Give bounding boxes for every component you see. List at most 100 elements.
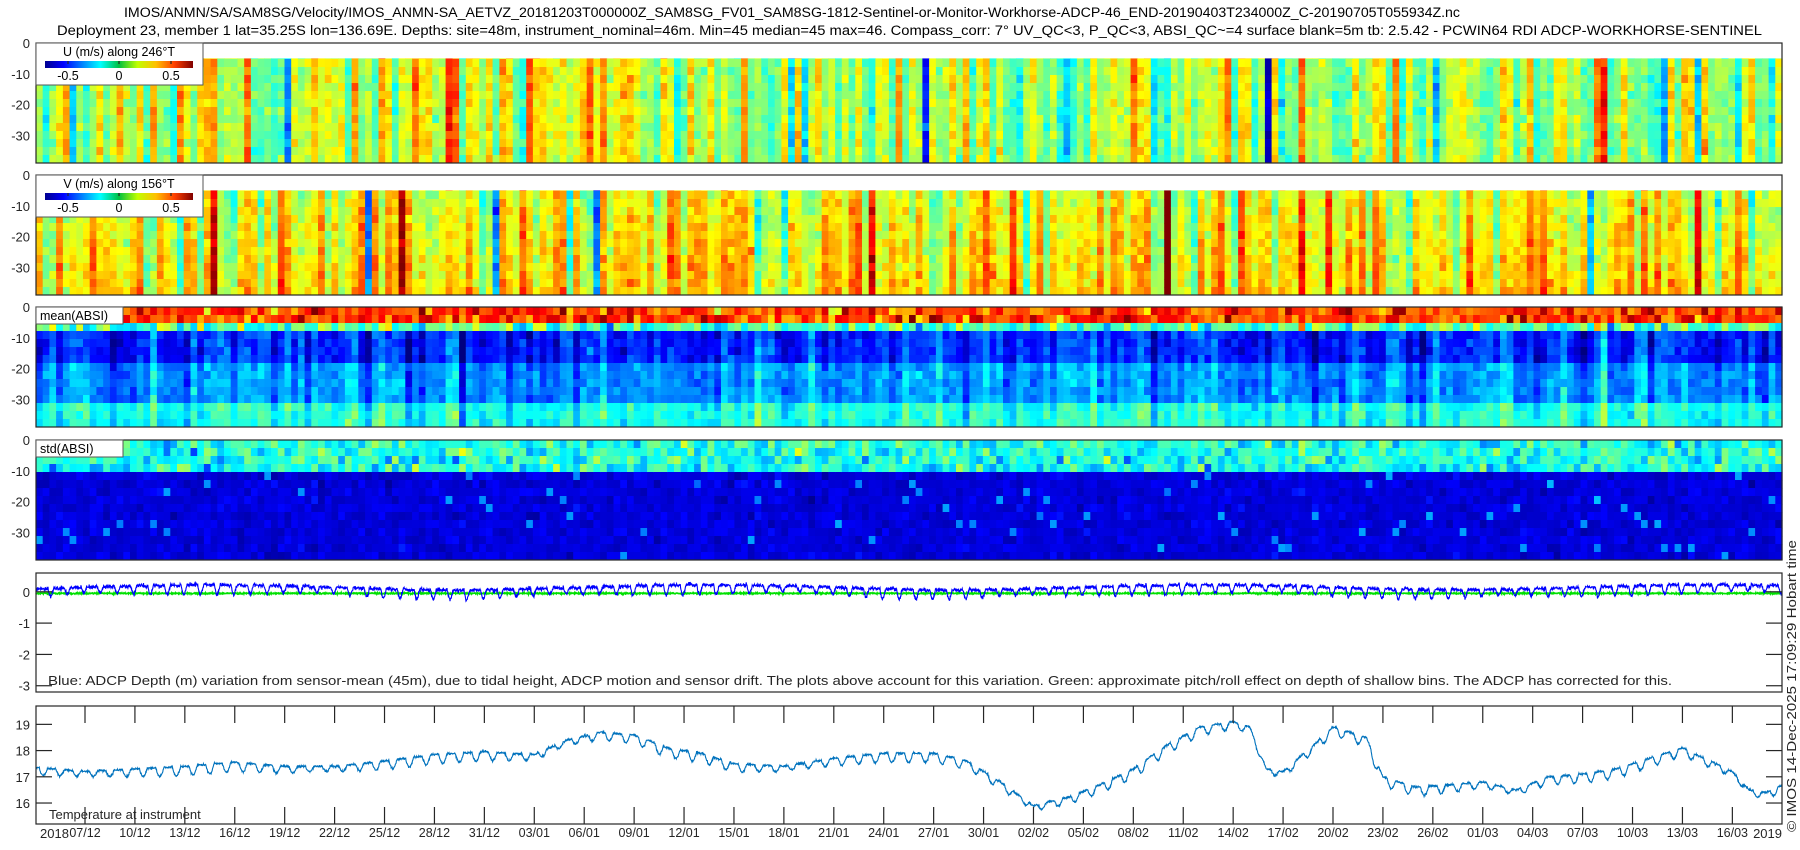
heatmap-cell (788, 155, 795, 163)
heatmap-cell (916, 155, 923, 163)
heatmap-cell (1299, 107, 1306, 115)
heatmap-cell (1325, 83, 1332, 91)
heatmap-cell (56, 147, 63, 155)
heatmap-cell (486, 279, 493, 287)
heatmap-cell (567, 255, 574, 263)
heatmap-cell (1433, 107, 1440, 115)
heatmap-cell (573, 255, 580, 263)
heatmap-cell (546, 255, 553, 263)
heatmap-cell (835, 131, 842, 139)
heatmap-cell (1661, 131, 1668, 139)
heatmap-cell (372, 139, 379, 147)
heatmap-cell (815, 91, 822, 99)
heatmap-cell (1285, 67, 1292, 75)
heatmap-cell (1594, 155, 1601, 163)
heatmap-cell (1460, 91, 1467, 99)
heatmap-cell (49, 287, 56, 295)
heatmap-cell (76, 231, 83, 239)
heatmap-cell (849, 147, 856, 155)
heatmap-cell (567, 147, 574, 155)
heatmap-cell (1587, 67, 1594, 75)
heatmap-cell (432, 107, 439, 115)
heatmap-cell (36, 263, 43, 271)
heatmap-cell (1258, 91, 1265, 99)
heatmap-cell (567, 263, 574, 271)
heatmap-cell (345, 215, 352, 223)
heatmap-cell (1265, 59, 1272, 67)
heatmap-cell (1016, 83, 1023, 91)
heatmap-cell (1587, 131, 1594, 139)
heatmap-cell (238, 199, 245, 207)
heatmap-cell (412, 139, 419, 147)
heatmap-cell (1701, 91, 1708, 99)
heatmap-cell (1581, 147, 1588, 155)
heatmap-cell (1574, 139, 1581, 147)
heatmap-cell (170, 99, 177, 107)
heatmap-cell (1399, 91, 1406, 99)
heatmap-cell (1339, 99, 1346, 107)
heatmap-cell (446, 263, 453, 271)
heatmap-cell (996, 67, 1003, 75)
heatmap-cell (654, 155, 661, 163)
heatmap-cell (338, 279, 345, 287)
heatmap-cell (614, 215, 621, 223)
heatmap-cell (1607, 59, 1614, 67)
heatmap-cell (1735, 107, 1742, 115)
heatmap-cell (560, 239, 567, 247)
heatmap-cell (929, 139, 936, 147)
heatmap-cell (204, 279, 211, 287)
heatmap-cell (1393, 115, 1400, 123)
heatmap-cell (963, 67, 970, 75)
heatmap-cell (1742, 75, 1749, 83)
heatmap-cell (446, 59, 453, 67)
heatmap-cell (473, 99, 480, 107)
heatmap-cell (486, 223, 493, 231)
heatmap-cell (1319, 99, 1326, 107)
heatmap-cell (1520, 123, 1527, 131)
heatmap-cell (1628, 139, 1635, 147)
heatmap-cell (667, 99, 674, 107)
heatmap-cell (150, 155, 157, 163)
heatmap-cell (1406, 75, 1413, 83)
heatmap-cell (788, 107, 795, 115)
heatmap-cell (231, 223, 238, 231)
heatmap-cell (1366, 155, 1373, 163)
heatmap-cell (1359, 139, 1366, 147)
heatmap-cell (614, 255, 621, 263)
heatmap-cell (587, 223, 594, 231)
heatmap-cell (170, 155, 177, 163)
heatmap-cell (681, 91, 688, 99)
heatmap-cell (916, 83, 923, 91)
heatmap-cell (446, 147, 453, 155)
heatmap-cell (1413, 67, 1420, 75)
heatmap-cell (593, 247, 600, 255)
heatmap-cell (1715, 131, 1722, 139)
heatmap-cell (1500, 99, 1507, 107)
heatmap-cell (540, 139, 547, 147)
heatmap-cell (567, 239, 574, 247)
heatmap-cell (231, 191, 238, 199)
heatmap-cell (311, 199, 318, 207)
heatmap-cell (687, 155, 694, 163)
heatmap-cell (875, 83, 882, 91)
heatmap-cell (1359, 147, 1366, 155)
heatmap-cell (244, 131, 251, 139)
heatmap-cell (1641, 91, 1648, 99)
heatmap-cell (1386, 99, 1393, 107)
heatmap-cell (1158, 59, 1165, 67)
heatmap-cell (620, 91, 627, 99)
heatmap-cell (1762, 131, 1769, 139)
heatmap-cell (130, 107, 137, 115)
heatmap-cell (1393, 107, 1400, 115)
heatmap-cell (358, 155, 365, 163)
heatmap-cell (70, 107, 77, 115)
heatmap-cell (674, 207, 681, 215)
heatmap-cell (734, 67, 741, 75)
heatmap-cell (1460, 83, 1467, 91)
heatmap-cell (486, 147, 493, 155)
heatmap-cell (1016, 139, 1023, 147)
heatmap-cell (1513, 59, 1520, 67)
heatmap-cell (385, 83, 392, 91)
heatmap-cell (1748, 123, 1755, 131)
heatmap-cell (1742, 131, 1749, 139)
